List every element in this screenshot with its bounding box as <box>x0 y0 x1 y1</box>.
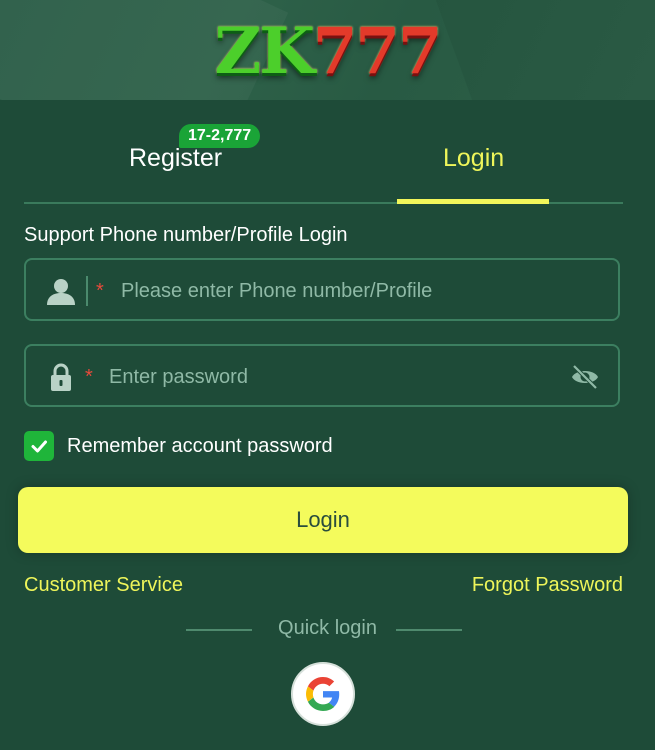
tab-login[interactable]: Login <box>443 144 504 173</box>
logo-zk-text: ZK <box>214 14 315 89</box>
quick-login-label: Quick login <box>278 617 377 639</box>
field-separator <box>86 276 88 306</box>
customer-service-link[interactable]: Customer Service <box>24 574 183 597</box>
register-bonus-badge: 17-2,777 <box>179 124 261 148</box>
active-tab-indicator <box>397 199 549 204</box>
required-marker: * <box>85 366 93 388</box>
tab-register[interactable]: Register <box>129 144 222 173</box>
remember-label: Remember account password <box>67 435 333 457</box>
quick-login-divider: Quick login <box>0 617 655 640</box>
logo-777-text: 777 <box>312 14 443 89</box>
auth-tabs: Register 17-2,777 Login <box>24 120 623 204</box>
forgot-password-link[interactable]: Forgot Password <box>472 574 623 597</box>
login-button[interactable]: Login <box>18 487 628 553</box>
login-method-label: Support Phone number/Profile Login <box>24 224 348 246</box>
divider-line-right <box>396 629 462 631</box>
google-icon <box>306 677 340 711</box>
user-icon <box>47 279 75 305</box>
password-input[interactable] <box>107 358 551 396</box>
google-login-button[interactable] <box>291 662 355 726</box>
remember-checkbox[interactable] <box>24 431 54 461</box>
phone-input[interactable] <box>119 272 603 310</box>
required-marker: * <box>96 280 104 302</box>
checkmark-icon <box>31 440 47 453</box>
eye-off-icon[interactable] <box>570 364 600 390</box>
login-panel: ZK777 Register 17-2,777 Login Support Ph… <box>0 0 655 750</box>
divider-line-left <box>186 629 252 631</box>
header-banner: ZK777 <box>0 0 655 100</box>
password-field: * <box>24 344 620 407</box>
phone-field: * <box>24 258 620 321</box>
lock-icon <box>51 363 71 391</box>
zk777-logo: ZK777 <box>0 12 655 92</box>
